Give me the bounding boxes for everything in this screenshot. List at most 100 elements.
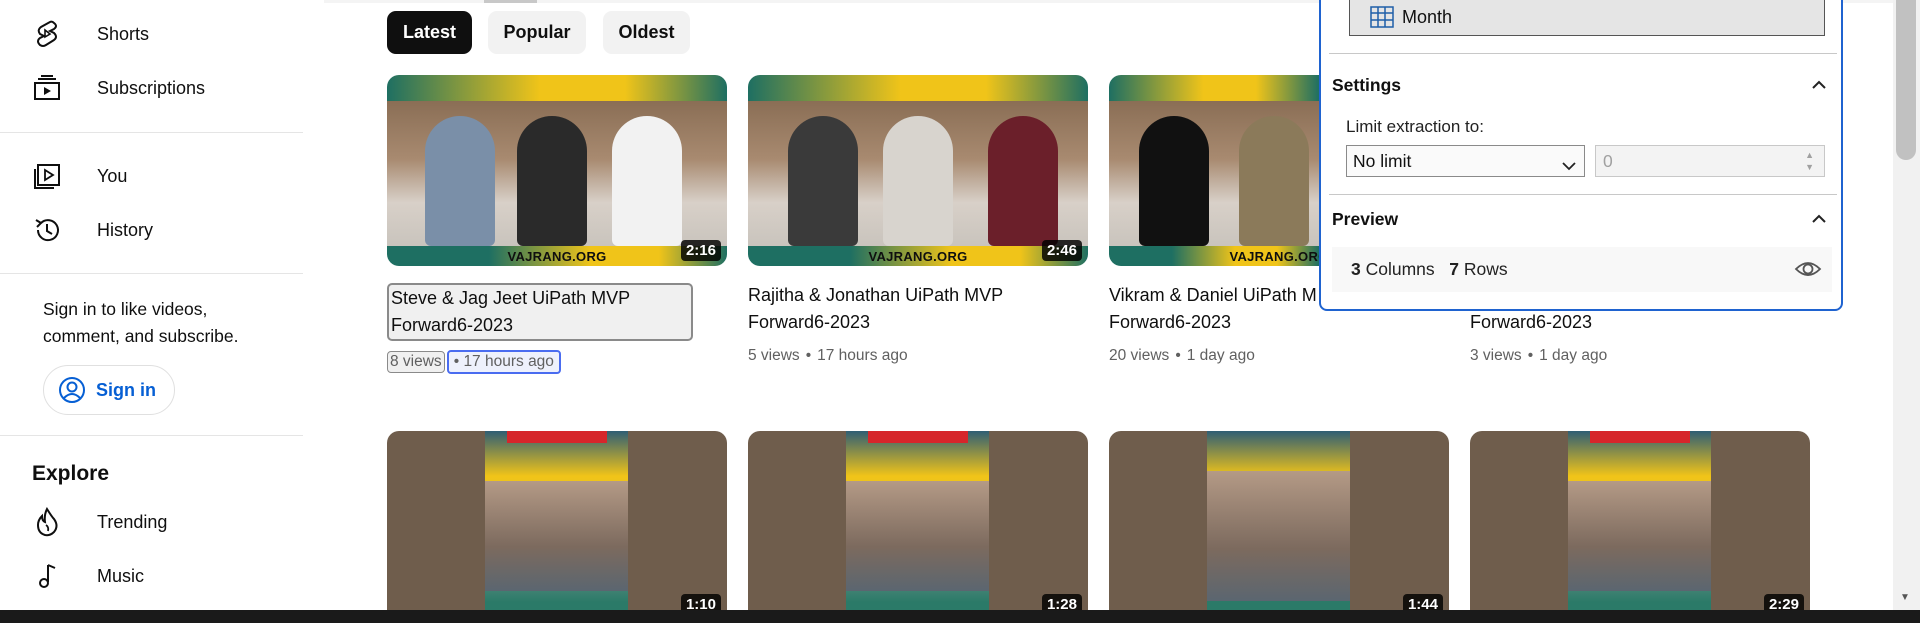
limit-number-value: 0 (1603, 150, 1613, 171)
sidebar-divider (0, 435, 303, 436)
video-duration: 1:28 (1041, 594, 1082, 611)
video-title[interactable]: Steve & Jag Jeet UiPath MVP Forward6-202… (387, 283, 693, 341)
thumbnail-band (387, 75, 727, 101)
meta-separator: • (1527, 347, 1534, 364)
video-thumbnail[interactable]: 2:29 (1470, 431, 1810, 611)
chevron-up-icon (1810, 210, 1828, 228)
you-icon (32, 161, 62, 191)
sidebar-item-shorts[interactable]: Shorts (0, 10, 303, 58)
sidebar-item-trending[interactable]: Trending (0, 498, 303, 546)
thumbnail-person (788, 116, 858, 246)
subscribed-banner (1590, 431, 1690, 443)
sidebar-item-label: Subscriptions (97, 77, 206, 98)
sidebar-item-subscriptions[interactable]: Subscriptions (0, 64, 303, 112)
rows-label: Rows (1463, 259, 1508, 279)
taskbar-strip (0, 610, 1920, 623)
month-button[interactable]: Month (1349, 0, 1825, 36)
upload-age: 1 day ago (1539, 347, 1608, 364)
limit-select[interactable]: No limit (1346, 145, 1585, 177)
video-thumbnail[interactable]: 1:10 (387, 431, 727, 611)
chevron-down-icon (1562, 155, 1576, 176)
thumbnail-photo (1568, 481, 1711, 591)
upload-age: • 17 hours ago (446, 350, 561, 374)
music-icon (32, 561, 62, 591)
subscriptions-icon (32, 73, 62, 103)
settings-header[interactable]: Settings (1332, 70, 1832, 100)
sidebar-item-label: Shorts (97, 23, 150, 44)
columns-label: Columns (1365, 259, 1435, 279)
sidebar-item-history[interactable]: History (0, 206, 303, 254)
thumbnail-band (1109, 75, 1319, 101)
video-thumbnail[interactable]: VAJRANG.ORG (1109, 75, 1319, 266)
trending-icon (32, 507, 62, 537)
video-title-line2[interactable]: Forward6-2023 (1109, 309, 1319, 336)
view-count: 5 views (748, 347, 800, 364)
spinner-arrows-icon[interactable]: ▲ ▼ (1805, 149, 1814, 173)
video-duration: 2:29 (1763, 594, 1804, 611)
sidebar: Shorts Subscriptions You History Sign in… (0, 0, 303, 610)
upload-age: 17 hours ago (817, 347, 908, 364)
preview-header[interactable]: Preview (1332, 204, 1832, 234)
view-count: 20 views (1109, 347, 1170, 364)
sidebar-item-label: Music (97, 565, 145, 586)
sidebar-item-you[interactable]: You (0, 152, 303, 200)
eye-icon[interactable] (1794, 257, 1822, 281)
meta-separator: • (453, 353, 460, 370)
thumbnail-photo (1207, 471, 1350, 601)
thumbnail-person (1239, 116, 1309, 246)
history-icon (32, 215, 62, 245)
video-meta: 5 views • 17 hours ago (748, 347, 908, 365)
video-thumbnail[interactable]: VAJRANG.ORG 2:46 (748, 75, 1088, 266)
extraction-panel: Month Settings Limit extraction to: No l… (1319, 0, 1843, 311)
video-duration: 1:44 (1402, 594, 1443, 611)
columns-count: 3 (1351, 259, 1361, 279)
thumbnail-photo (846, 481, 989, 591)
video-thumbnail[interactable]: VAJRANG.ORG 2:16 (387, 75, 727, 266)
video-thumbnail[interactable]: 1:28 (748, 431, 1088, 611)
video-duration: 1:10 (680, 594, 721, 611)
panel-divider (1329, 194, 1837, 195)
explore-title: Explore (32, 462, 110, 485)
sign-in-label: Sign in (96, 379, 156, 400)
chip-latest[interactable]: Latest (387, 11, 472, 54)
preview-summary: 3 Columns 7 Rows (1332, 247, 1832, 292)
panel-divider (1329, 53, 1837, 54)
thumbnail-person (883, 116, 953, 246)
video-meta: 3 views • 1 day ago (1470, 347, 1607, 365)
preview-title: Preview (1332, 208, 1399, 229)
thumbnail-brand: VAJRANG.ORG (868, 249, 968, 264)
video-duration: 2:46 (1041, 240, 1082, 261)
chip-popular[interactable]: Popular (488, 11, 586, 54)
upload-age: 1 day ago (1186, 347, 1255, 364)
sidebar-item-music[interactable]: Music (0, 552, 303, 600)
meta-separator: • (1175, 347, 1181, 364)
limit-select-value: No limit (1353, 150, 1412, 171)
sign-in-button[interactable]: Sign in (43, 365, 175, 415)
thumbnail-person (517, 116, 587, 246)
sidebar-divider (0, 132, 303, 133)
scroll-down-arrow-icon[interactable]: ▼ (1900, 592, 1910, 603)
sidebar-item-label: Trending (97, 511, 168, 532)
video-thumbnail[interactable]: 1:44 (1109, 431, 1449, 611)
shorts-icon (32, 19, 62, 49)
video-title[interactable]: Forward6-2023 (1470, 309, 1670, 336)
view-count: 3 views (1470, 347, 1522, 364)
thumbnail-person (988, 116, 1058, 246)
thumbnail-person (612, 116, 682, 246)
chip-oldest[interactable]: Oldest (603, 11, 690, 54)
preview-counts: 3 Columns 7 Rows (1351, 259, 1508, 280)
sidebar-divider (0, 273, 303, 274)
video-duration: 2:16 (680, 240, 721, 261)
limit-number-input[interactable]: 0 ▲ ▼ (1595, 145, 1825, 177)
signin-prompt: Sign in to like videos, comment, and sub… (43, 299, 239, 346)
thumbnail-person (1139, 116, 1209, 246)
chevron-up-icon (1810, 76, 1828, 94)
subscribed-banner (507, 431, 607, 443)
thumbnail-person (425, 116, 495, 246)
video-meta: 8 views • 17 hours ago (387, 350, 561, 374)
scrollbar-thumb[interactable] (1896, 0, 1916, 160)
video-title[interactable]: Rajitha & Jonathan UiPath MVP Forward6-2… (748, 282, 1048, 336)
video-title[interactable]: Vikram & Daniel UiPath M (1109, 282, 1319, 309)
subscribed-banner (868, 431, 968, 443)
limit-extraction-label: Limit extraction to: (1346, 117, 1484, 136)
